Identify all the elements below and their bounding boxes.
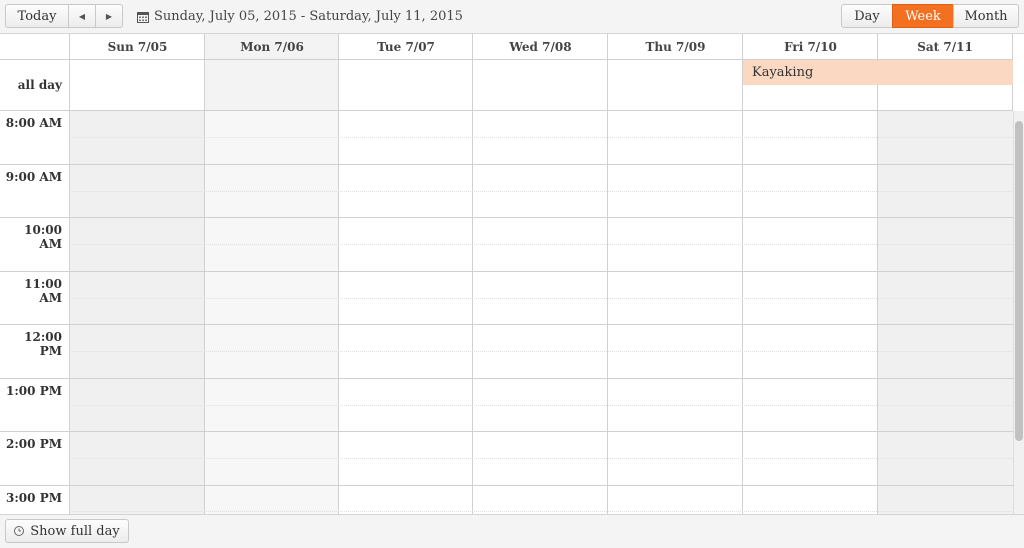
- day-header-wed[interactable]: Wed 7/08: [472, 34, 608, 59]
- clock-icon: [14, 526, 25, 536]
- triangle-left-icon: ◀: [78, 11, 86, 21]
- triangle-right-icon: ▶: [105, 11, 113, 21]
- view-month-button[interactable]: Month: [953, 4, 1019, 28]
- half-hour-line: [69, 405, 1013, 406]
- day-column-tue[interactable]: [338, 111, 473, 514]
- date-range-text: Sunday, July 05, 2015 - Saturday, July 1…: [154, 9, 463, 24]
- half-hour-line: [69, 511, 1013, 512]
- time-label: 1:00 PM: [6, 384, 62, 398]
- half-hour-line: [69, 458, 1013, 459]
- event-title: Kayaking: [752, 65, 814, 80]
- day-header-row: Sun 7/05 Mon 7/06 Tue 7/07 Wed 7/08 Thu …: [0, 34, 1013, 60]
- day-header-tue[interactable]: Tue 7/07: [338, 34, 473, 59]
- time-label: 9:00 AM: [5, 170, 62, 184]
- calendar-icon: [137, 11, 149, 23]
- half-hour-line: [69, 298, 1013, 299]
- today-button[interactable]: Today: [5, 4, 69, 28]
- week-grid: Sun 7/05 Mon 7/06 Tue 7/07 Wed 7/08 Thu …: [0, 34, 1024, 514]
- calendar-toolbar: Today ◀ ▶ Sunday, July 05, 2015 - Saturd…: [0, 0, 1024, 34]
- show-full-day-label: Show full day: [30, 523, 120, 539]
- day-column-fri[interactable]: [742, 111, 878, 514]
- day-header-mon[interactable]: Mon 7/06: [204, 34, 339, 59]
- show-full-day-button[interactable]: Show full day: [5, 519, 129, 543]
- day-column-mon[interactable]: [204, 111, 339, 514]
- all-day-cell[interactable]: [472, 60, 608, 110]
- view-day-button[interactable]: Day: [841, 4, 893, 28]
- scrollbar-thumb[interactable]: [1015, 121, 1023, 441]
- day-header-sat[interactable]: Sat 7/11: [877, 34, 1013, 59]
- day-column-wed[interactable]: [472, 111, 608, 514]
- time-grid: 8:00 AM 9:00 AM 10:00 AM 11:00 AM 12:00 …: [0, 111, 1013, 514]
- hour-line: [0, 431, 1013, 432]
- event-kayaking[interactable]: Kayaking: [743, 60, 1013, 85]
- vertical-scrollbar[interactable]: [1013, 111, 1024, 514]
- all-day-label: all day: [17, 78, 62, 92]
- half-hour-line: [69, 351, 1013, 352]
- all-day-cell[interactable]: [607, 60, 743, 110]
- hour-line: [0, 324, 1013, 325]
- half-hour-line: [69, 137, 1013, 138]
- time-label: 3:00 PM: [6, 491, 62, 505]
- time-label: 2:00 PM: [6, 437, 62, 451]
- day-header-sun[interactable]: Sun 7/05: [69, 34, 205, 59]
- day-header-thu[interactable]: Thu 7/09: [607, 34, 743, 59]
- hour-line: [0, 217, 1013, 218]
- hour-line: [0, 378, 1013, 379]
- time-label: 11:00 AM: [24, 277, 62, 305]
- all-day-cell[interactable]: [69, 60, 205, 110]
- all-day-cell[interactable]: [204, 60, 339, 110]
- time-label: 12:00 PM: [24, 330, 62, 358]
- hour-line: [0, 164, 1013, 165]
- day-header-fri[interactable]: Fri 7/10: [742, 34, 878, 59]
- calendar-footer: Show full day: [0, 514, 1024, 548]
- half-hour-line: [69, 244, 1013, 245]
- hour-line: [0, 485, 1013, 486]
- hour-line: [0, 271, 1013, 272]
- time-label: 8:00 AM: [5, 116, 62, 130]
- next-button[interactable]: ▶: [95, 4, 123, 28]
- day-column-thu[interactable]: [607, 111, 743, 514]
- previous-button[interactable]: ◀: [68, 4, 96, 28]
- all-day-cell[interactable]: [338, 60, 473, 110]
- time-label: 10:00 AM: [24, 223, 62, 251]
- day-column-sat[interactable]: [877, 111, 1013, 514]
- day-column-sun[interactable]: [69, 111, 205, 514]
- view-week-button[interactable]: Week: [892, 4, 954, 28]
- date-range[interactable]: Sunday, July 05, 2015 - Saturday, July 1…: [137, 9, 463, 24]
- half-hour-line: [69, 191, 1013, 192]
